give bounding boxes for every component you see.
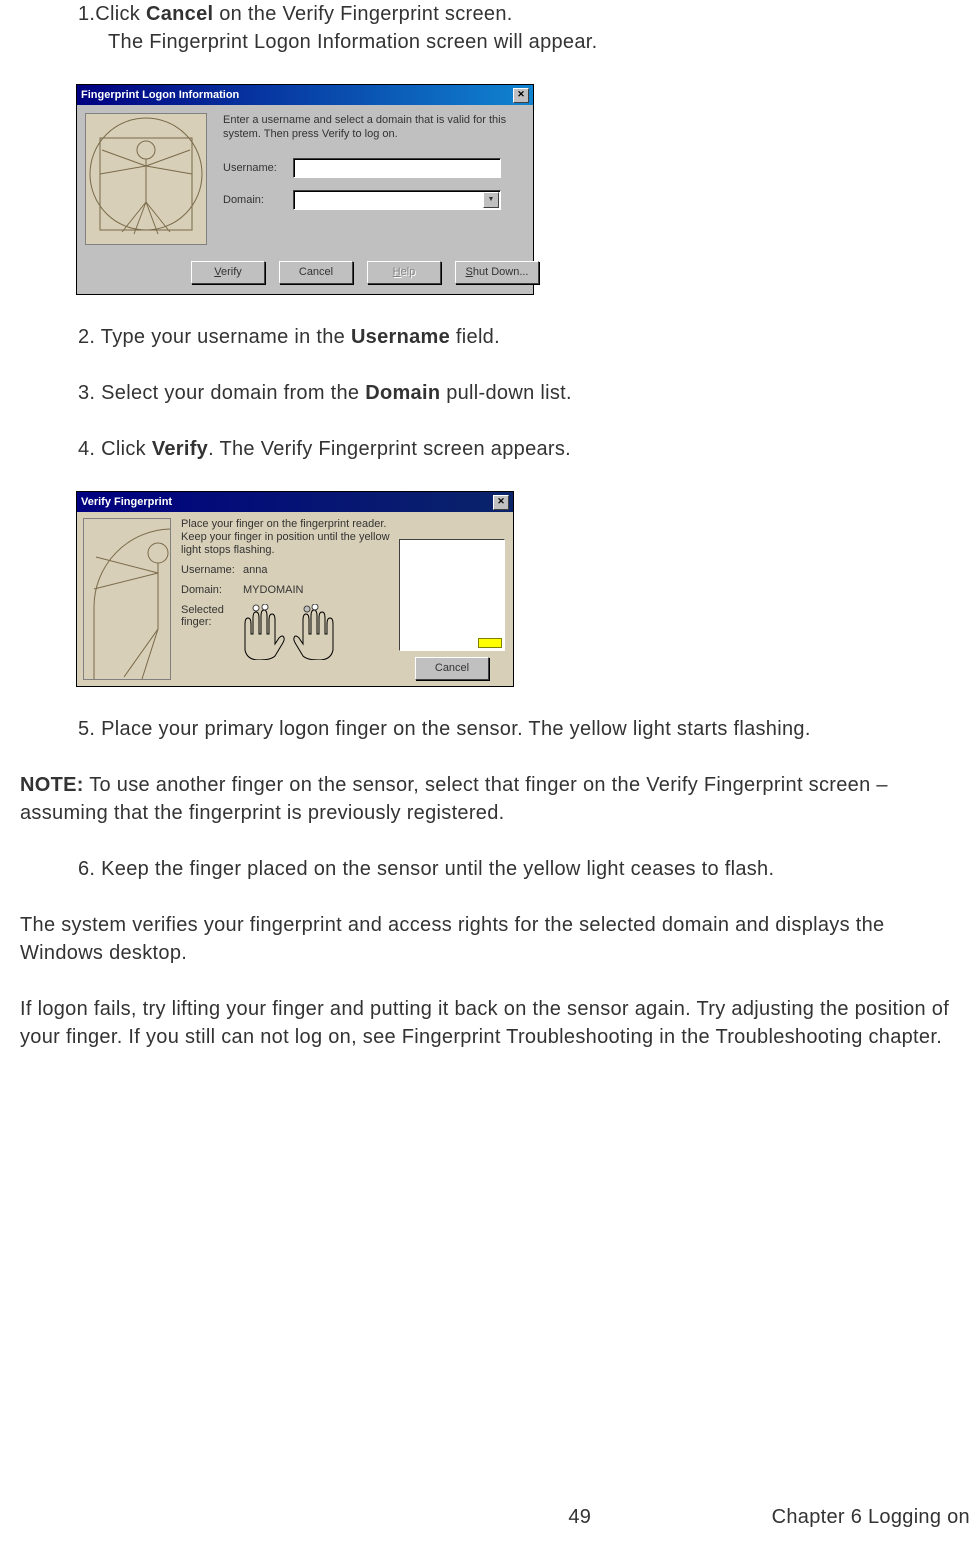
dialog-title: Verify Fingerprint bbox=[81, 496, 172, 508]
page-footer: 49 Chapter 6 Logging on bbox=[0, 1506, 978, 1529]
note-label: NOTE: bbox=[20, 774, 84, 796]
vitruvian-image bbox=[85, 113, 207, 245]
domain-label: Domain: bbox=[223, 194, 293, 206]
step-6: 6. Keep the finger placed on the sensor … bbox=[78, 855, 968, 883]
step-1: 1.Click Cancel on the Verify Fingerprint… bbox=[78, 0, 968, 56]
domain-value: MYDOMAIN bbox=[243, 584, 304, 596]
yellow-light-indicator bbox=[478, 638, 502, 648]
close-icon[interactable]: ✕ bbox=[493, 495, 509, 510]
username-label: Username: bbox=[181, 564, 243, 576]
shutdown-button[interactable]: Shut Down... bbox=[455, 261, 539, 284]
body-paragraph: The system verifies your fingerprint and… bbox=[20, 911, 958, 967]
help-button: Help bbox=[367, 261, 441, 284]
username-value: anna bbox=[243, 564, 267, 576]
chapter-title: Chapter 6 Logging on bbox=[772, 1506, 970, 1529]
fingerprint-preview bbox=[399, 539, 505, 651]
vitruvian-image bbox=[83, 518, 171, 680]
cancel-button[interactable]: Cancel bbox=[415, 657, 489, 680]
username-label: Username: bbox=[223, 162, 293, 174]
step-2: 2. Type your username in the Username fi… bbox=[78, 323, 968, 351]
domain-dropdown[interactable] bbox=[293, 190, 501, 210]
dialog-titlebar: Verify Fingerprint ✕ bbox=[77, 492, 513, 512]
dialog-instruction: Enter a username and select a domain tha… bbox=[223, 113, 525, 142]
verify-button[interactable]: Verify bbox=[191, 261, 265, 284]
fingerprint-logon-dialog: Fingerprint Logon Information ✕ bbox=[76, 84, 534, 295]
dialog-title: Fingerprint Logon Information bbox=[81, 89, 239, 101]
chevron-down-icon[interactable]: ▼ bbox=[483, 192, 499, 208]
right-hand-icon[interactable] bbox=[291, 604, 343, 660]
page-number: 49 bbox=[568, 1506, 591, 1529]
verify-fingerprint-dialog: Verify Fingerprint ✕ Place your finger o… bbox=[76, 491, 514, 687]
note-paragraph: NOTE: To use another finger on the senso… bbox=[20, 771, 958, 827]
left-hand-icon[interactable] bbox=[235, 604, 287, 660]
step-number: 1. bbox=[78, 3, 95, 25]
dialog-titlebar: Fingerprint Logon Information ✕ bbox=[77, 85, 533, 105]
step-5: 5. Place your primary logon finger on th… bbox=[78, 715, 968, 743]
dialog-instruction: Place your finger on the fingerprint rea… bbox=[181, 518, 391, 558]
username-input[interactable] bbox=[293, 158, 501, 178]
step-4: 4. Click Verify. The Verify Fingerprint … bbox=[78, 435, 968, 463]
body-paragraph: If logon fails, try lifting your finger … bbox=[20, 995, 958, 1051]
step-3: 3. Select your domain from the Domain pu… bbox=[78, 379, 968, 407]
selected-finger-label: Selected finger: bbox=[181, 604, 231, 628]
close-icon[interactable]: ✕ bbox=[513, 88, 529, 103]
domain-label: Domain: bbox=[181, 584, 243, 596]
cancel-button[interactable]: Cancel bbox=[279, 261, 353, 284]
